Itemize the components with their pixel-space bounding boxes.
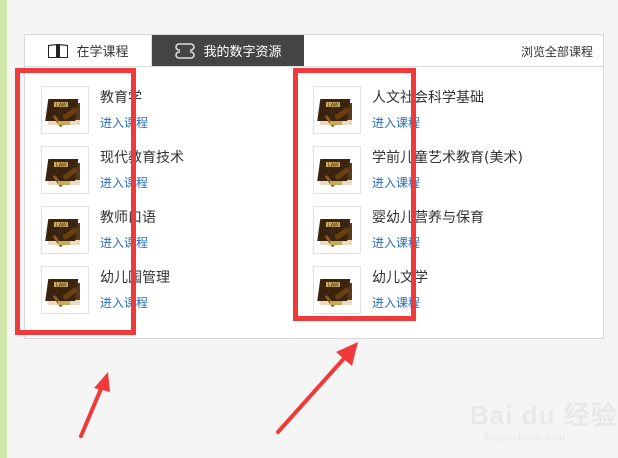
browse-all-courses-link[interactable]: 浏览全部课程: [521, 43, 593, 60]
annotation-box-right: [293, 68, 416, 321]
tab-digital-resources[interactable]: 我的数字资源: [152, 35, 304, 66]
watermark-main: Bai du 经验: [470, 400, 618, 430]
watermark-sub: jingyan.baidu.com: [484, 432, 565, 443]
annotation-arrow-right: [276, 342, 358, 434]
book-icon: [47, 42, 69, 60]
tab-bar: 在学课程 我的数字资源 浏览全部课程: [25, 35, 603, 67]
resource-icon: [174, 42, 196, 60]
baidu-jingyan-watermark: Bai du 经验 jingyan.baidu.com: [470, 395, 618, 443]
left-accent-bar: [0, 0, 7, 458]
tab-resources-label: 我的数字资源: [203, 45, 282, 60]
annotation-arrow-left: [79, 372, 110, 438]
tab-studying-courses[interactable]: 在学课程: [25, 35, 152, 66]
annotation-box-left: [15, 68, 136, 335]
tab-studying-label: 在学课程: [76, 45, 129, 60]
